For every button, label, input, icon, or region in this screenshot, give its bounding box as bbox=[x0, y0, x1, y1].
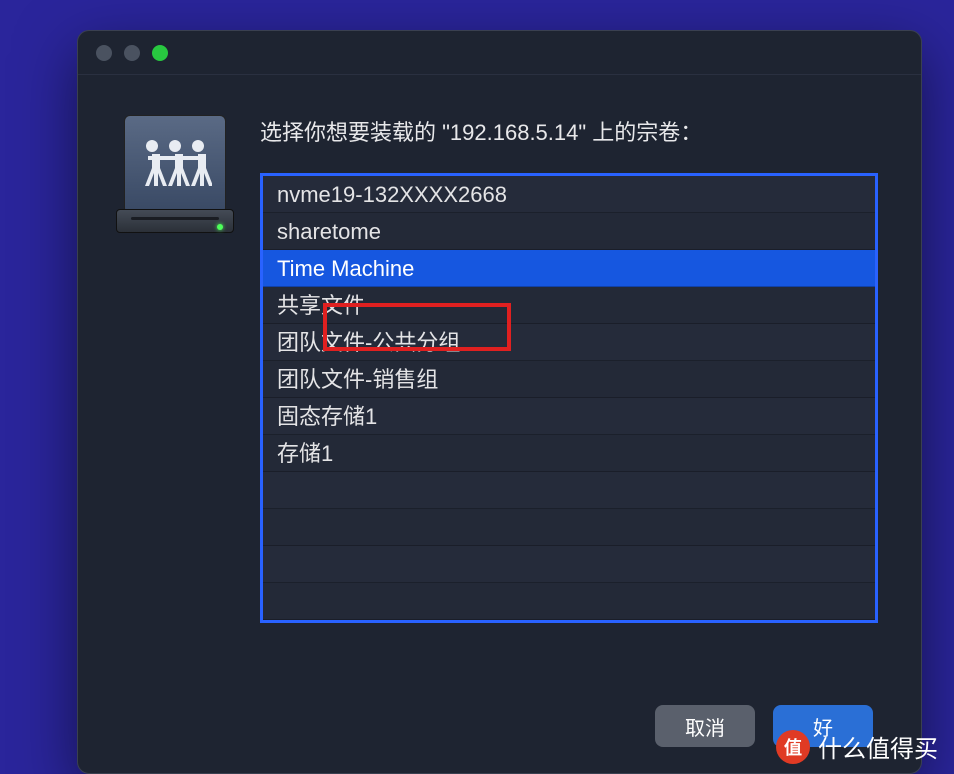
dialog-content: 选择你想要装载的 "192.168.5.14" 上的宗卷： nvme19-132… bbox=[78, 75, 921, 623]
volume-item[interactable]: 存储1 bbox=[263, 435, 875, 472]
volume-item[interactable]: 团队文件-销售组 bbox=[263, 361, 875, 398]
titlebar bbox=[78, 31, 921, 75]
volume-item-empty bbox=[263, 509, 875, 546]
volume-item[interactable]: 团队文件-公共分组 bbox=[263, 324, 875, 361]
watermark-badge: 值 bbox=[776, 730, 810, 764]
volume-item[interactable]: 共享文件 bbox=[263, 287, 875, 324]
volume-listbox[interactable]: nvme19-132XXXX2668sharetomeTime Machine共… bbox=[260, 173, 878, 623]
volume-item[interactable]: sharetome bbox=[263, 213, 875, 250]
volume-item-empty bbox=[263, 472, 875, 509]
volume-item[interactable]: Time Machine bbox=[263, 250, 875, 287]
volume-item-empty bbox=[263, 583, 875, 620]
maximize-button[interactable] bbox=[152, 45, 168, 61]
watermark-text: 什么值得买 bbox=[818, 729, 938, 764]
volume-select-dialog: 选择你想要装载的 "192.168.5.14" 上的宗卷： nvme19-132… bbox=[77, 30, 922, 774]
network-drive-icon bbox=[116, 115, 234, 233]
cancel-button[interactable]: 取消 bbox=[655, 705, 755, 747]
volume-item[interactable]: nvme19-132XXXX2668 bbox=[263, 176, 875, 213]
close-button[interactable] bbox=[96, 45, 112, 61]
prompt-text: 选择你想要装载的 "192.168.5.14" 上的宗卷： bbox=[260, 115, 878, 147]
volume-item-empty bbox=[263, 546, 875, 583]
volume-item[interactable]: 固态存储1 bbox=[263, 398, 875, 435]
minimize-button[interactable] bbox=[124, 45, 140, 61]
watermark: 值 什么值得买 bbox=[776, 729, 938, 764]
